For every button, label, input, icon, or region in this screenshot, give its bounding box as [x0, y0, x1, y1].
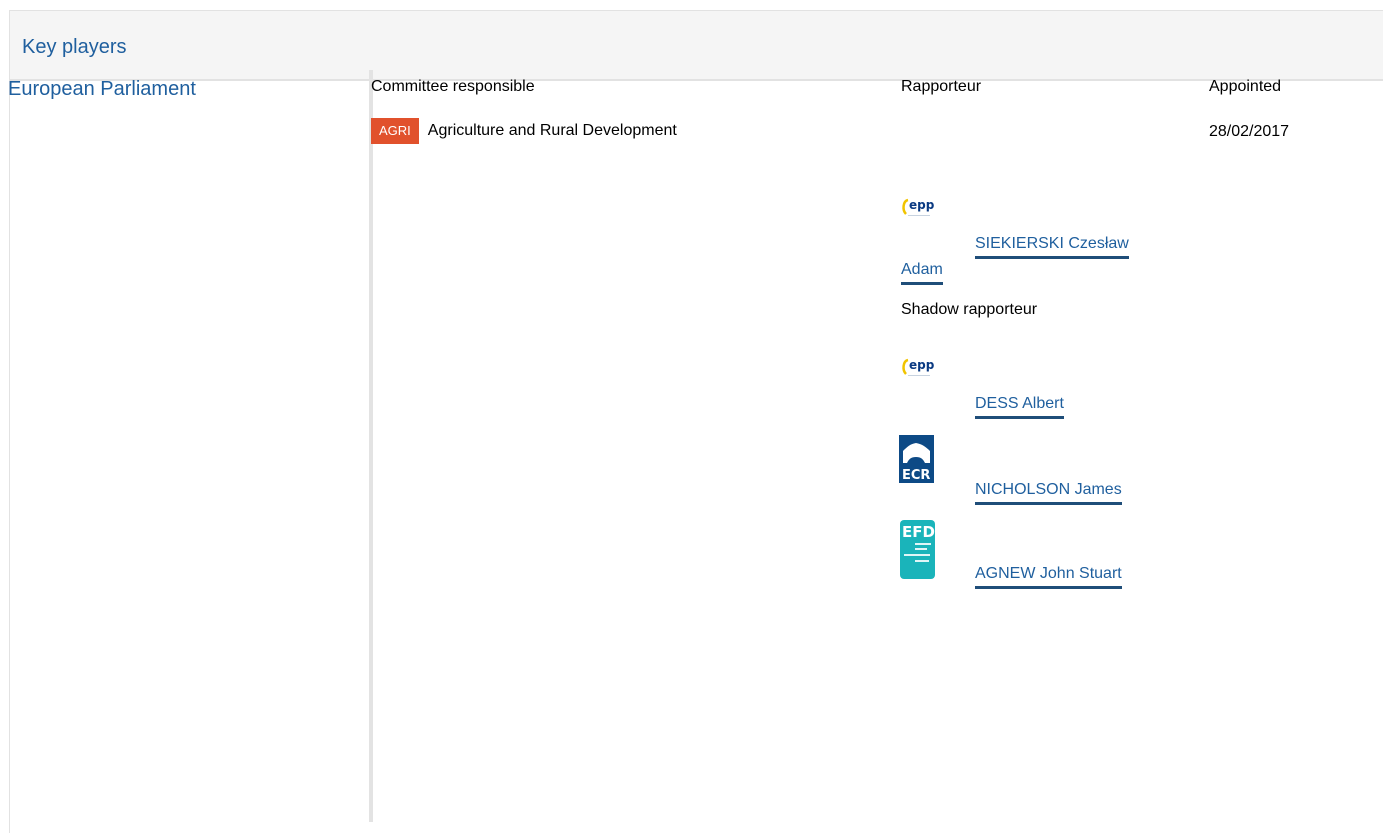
svg-text:epp: epp: [909, 358, 935, 372]
committee-badge[interactable]: AGRI: [371, 118, 419, 144]
column-divider: [369, 70, 373, 822]
svg-text:epp: epp: [909, 198, 935, 212]
epp-logo-icon: epp: [899, 188, 936, 235]
appointed-date: 28/02/2017: [1209, 123, 1290, 140]
column-header-rapporteur: Rapporteur: [901, 78, 982, 95]
panel-title: Key players: [22, 36, 127, 58]
committee-name: Agriculture and Rural Development: [427, 122, 677, 139]
column-header-committee: Committee responsible: [371, 78, 535, 95]
column-header-appointed: Appointed: [1209, 78, 1282, 95]
rapporteur-link-line1[interactable]: SIEKIERSKI Czesław: [975, 235, 1129, 259]
ecr-logo-icon: ECR: [899, 435, 934, 483]
svg-text:ECR: ECR: [902, 468, 930, 483]
efdd-logo-icon: EFD: [900, 520, 935, 579]
committee-row: AGRI Agriculture and Rural Development: [371, 118, 677, 144]
shadow-rapporteur-link-agnew[interactable]: AGNEW John Stuart: [975, 565, 1122, 589]
rapporteur-link-line2[interactable]: Adam: [901, 261, 943, 285]
svg-text:EFD: EFD: [902, 523, 935, 541]
shadow-rapporteur-link-nicholson[interactable]: NICHOLSON James: [975, 481, 1122, 505]
epp-logo-icon: epp: [899, 348, 936, 395]
key-players-panel: Key players: [9, 10, 1383, 833]
institution-label: European Parliament: [8, 78, 196, 100]
shadow-rapporteur-label: Shadow rapporteur: [901, 301, 1038, 318]
panel-header: Key players: [10, 11, 1383, 81]
shadow-rapporteur-link-dess[interactable]: DESS Albert: [975, 395, 1064, 419]
